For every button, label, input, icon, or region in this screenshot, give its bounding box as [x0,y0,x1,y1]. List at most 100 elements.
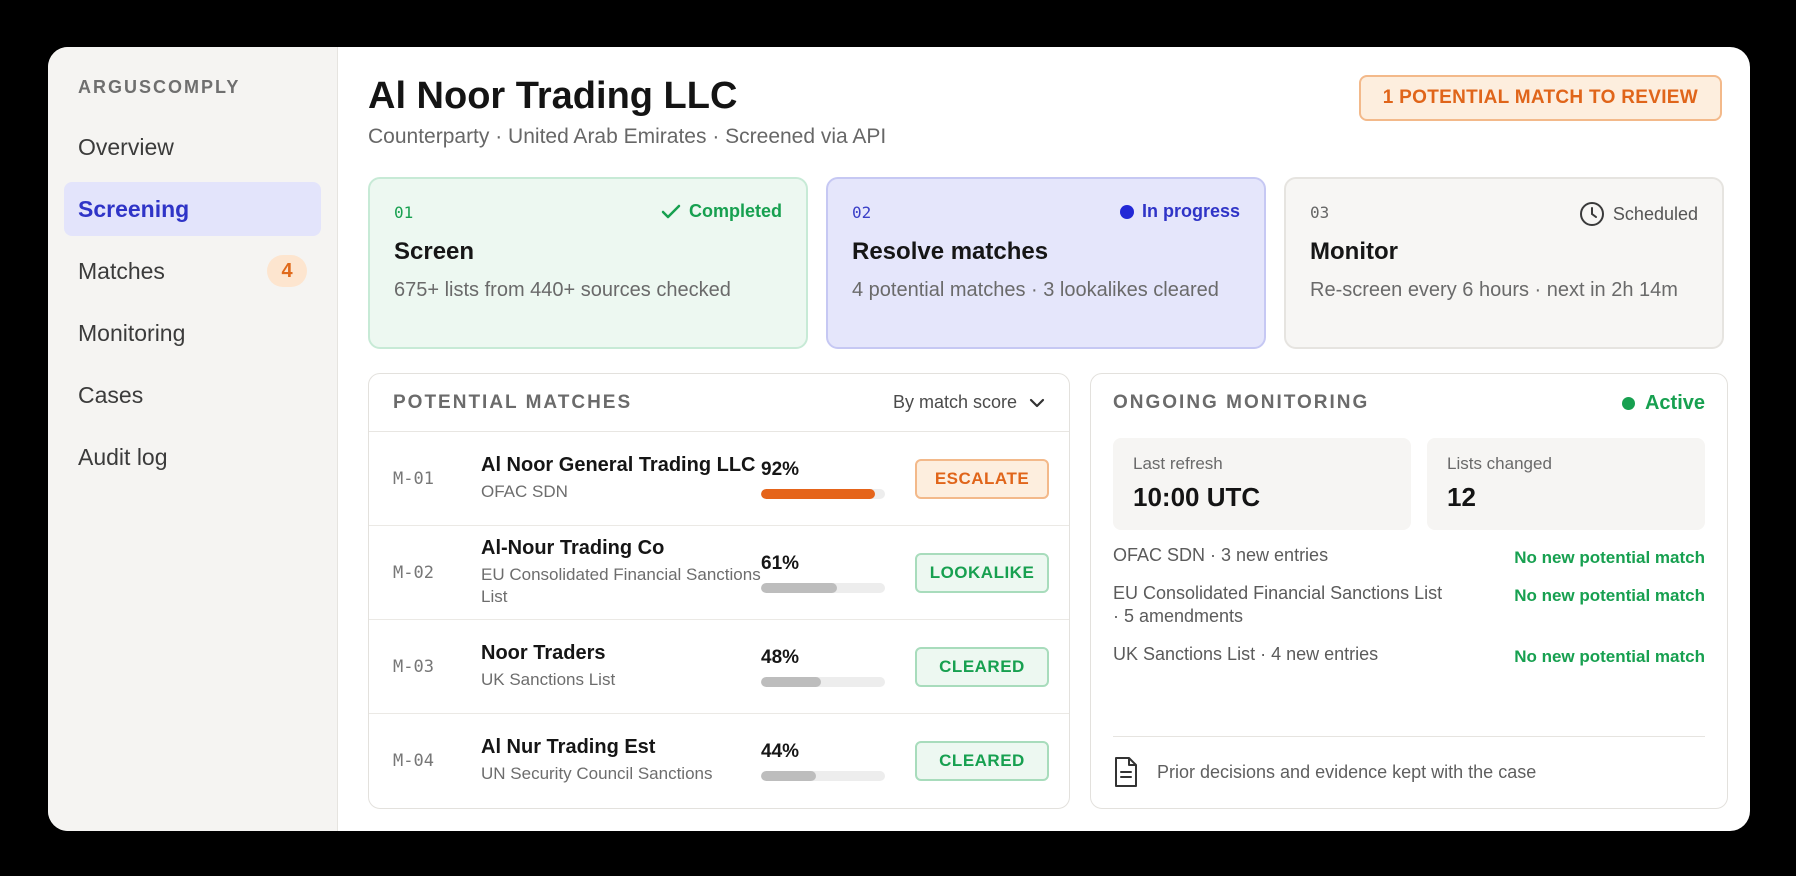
sidebar-item-screening[interactable]: Screening [64,182,321,236]
matches-count-badge: 4 [267,255,307,287]
match-score: 44% [761,741,800,762]
sidebar-item-audit-log[interactable]: Audit log [64,430,321,484]
monitoring-status-label: Active [1644,391,1705,414]
sidebar-item-label: Screening [78,195,190,222]
active-dot-icon [1621,396,1635,410]
sidebar-item-monitoring[interactable]: Monitoring [64,306,321,360]
match-name: Noor Traders [481,641,606,664]
match-list-source: EU Consolidated Financial Sanctions List [481,564,761,606]
list-update-result: No new potential match [1514,548,1705,567]
step-description: 4 potential matches · 3 lookalikes clear… [852,279,1219,301]
lookalike-button[interactable]: LOOKALIKE [915,552,1049,593]
step-status-label: Completed [688,201,782,221]
step-title: Monitor [1310,238,1398,265]
app-window: ARGUSCOMPLY Overview Screening Matches 4… [48,47,1750,831]
step-title: Resolve matches [852,238,1049,265]
sidebar-item-cases[interactable]: Cases [64,368,321,422]
sidebar-item-label: Matches [78,257,165,284]
match-id: M-04 [393,751,434,771]
match-name: Al-Nour Trading Co [481,536,665,559]
step-title: Screen [394,238,475,265]
list-update-result: No new potential match [1514,646,1705,666]
list-item: OFAC SDN · 3 new entries No new potentia… [1113,544,1705,568]
page-title: Al Noor Trading LLC [368,75,738,117]
stat-value: 10:00 UTC [1133,482,1261,512]
step-status-label: In progress [1141,201,1240,221]
match-list-source: UK Sanctions List [481,669,616,689]
lists-changed-stat: Lists changed 12 [1427,438,1705,530]
sort-label: By match score [892,392,1017,412]
sort-dropdown[interactable]: By match score [893,392,1045,413]
divider [1113,736,1705,737]
sidebar-item-label: Audit log [78,443,168,470]
match-score: 61% [761,552,800,574]
score-bar-fill [761,582,837,593]
sidebar-item-overview[interactable]: Overview [64,120,321,174]
last-refresh-stat: Last refresh 10:00 UTC [1113,438,1411,530]
sidebar: ARGUSCOMPLY Overview Screening Matches 4… [48,47,338,831]
brand-logo: ARGUSCOMPLY [78,77,241,97]
cleared-button[interactable]: CLEARED [915,741,1049,781]
document-icon [1115,757,1137,787]
cleared-button[interactable]: CLEARED [915,646,1049,687]
match-name: Al Nur Trading Est [481,736,656,759]
table-row[interactable]: M-02 Al-Nour Trading Co EU Consolidated … [369,526,1069,620]
footnote-text: Prior decisions and evidence kept with t… [1157,761,1537,782]
footnote: Prior decisions and evidence kept with t… [1113,756,1536,788]
clock-icon [1579,202,1604,226]
list-update-label: EU Consolidated Financial Sanctions List… [1113,583,1443,627]
panel-header: ONGOING MONITORING Active [1113,374,1705,432]
match-id: M-02 [393,562,434,583]
step-screen[interactable]: 01 Completed Screen 675+ lists from 440+… [368,177,808,349]
panel-header: POTENTIAL MATCHES By match score [369,374,1069,432]
score-bar [761,582,885,593]
match-name: Al Noor General Trading LLC [481,453,756,476]
workflow-steps: 01 Completed Screen 675+ lists from 440+… [368,177,1724,349]
potential-matches-panel: POTENTIAL MATCHES By match score M-01 Al… [368,373,1070,809]
table-row[interactable]: M-03 Noor Traders UK Sanctions List 48% … [369,620,1069,714]
stat-label: Lists changed [1447,454,1552,473]
match-list-source: OFAC SDN [481,481,568,501]
list-update-result: No new potential match [1514,586,1705,605]
step-description: Re-screen every 6 hours · next in 2h 14m [1310,279,1678,301]
match-score: 92% [761,458,800,480]
list-update-label: OFAC SDN · 3 new entries [1113,545,1329,565]
panel-title: ONGOING MONITORING [1113,392,1370,413]
chevron-down-icon [1029,398,1045,407]
match-id: M-03 [393,656,434,677]
list-update-label: UK Sanctions List · 4 new entries [1113,643,1379,664]
table-row[interactable]: M-01 Al Noor General Trading LLC OFAC SD… [369,432,1069,526]
review-alert-button[interactable]: 1 POTENTIAL MATCH TO REVIEW [1358,75,1722,121]
in-progress-dot-icon [1119,204,1134,219]
stat-value: 12 [1447,482,1476,512]
score-bar [761,771,885,781]
step-status-label: Scheduled [1612,203,1698,224]
match-id: M-01 [393,468,434,489]
step-monitor[interactable]: 03 Scheduled Monitor Re-screen every 6 h… [1284,177,1724,349]
list-item: UK Sanctions List · 4 new entries No new… [1113,643,1705,667]
sidebar-item-label: Cases [78,381,144,408]
step-resolve-matches[interactable]: 02 In progress Resolve matches 4 potenti… [826,177,1266,349]
sidebar-item-label: Overview [78,133,174,160]
step-status: Completed [661,201,782,222]
match-score: 48% [761,646,800,668]
escalate-button[interactable]: ESCALATE [915,458,1049,499]
monitoring-status: Active [1621,391,1705,415]
sidebar-item-matches[interactable]: Matches 4 [64,244,321,298]
sidebar-item-label: Monitoring [78,319,186,346]
table-row[interactable]: M-04 Al Nur Trading Est UN Security Coun… [369,714,1069,808]
score-bar [761,676,885,687]
match-list-source: UN Security Council Sanctions [481,764,713,784]
step-status: In progress [1119,201,1240,222]
panel-title: POTENTIAL MATCHES [393,391,633,413]
monitoring-stats: Last refresh 10:00 UTC Lists changed 12 [1113,438,1705,530]
score-bar-fill [761,488,876,499]
check-icon [661,204,681,218]
score-bar-fill [761,676,821,687]
page-subtitle: Counterparty · United Arab Emirates · Sc… [368,125,887,148]
step-status: Scheduled [1579,201,1698,227]
list-item: EU Consolidated Financial Sanctions List… [1113,582,1705,629]
score-bar-fill [761,771,816,781]
main-content: Al Noor Trading LLC Counterparty · Unite… [338,47,1750,831]
stat-label: Last refresh [1133,454,1223,473]
